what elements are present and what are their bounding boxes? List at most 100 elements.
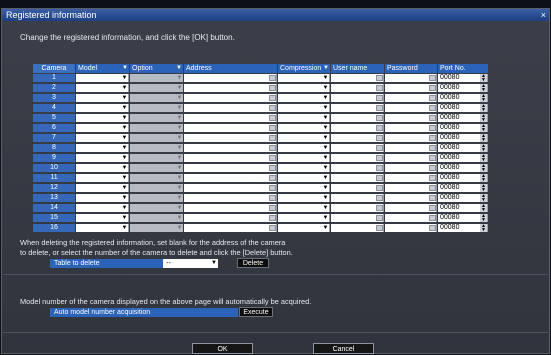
address-field[interactable]	[184, 134, 277, 142]
spinner-icon[interactable]: ▲ ▼	[480, 184, 487, 193]
cancel-button[interactable]: Cancel	[313, 343, 374, 354]
compression-select[interactable]: ▼	[278, 224, 330, 232]
port-field[interactable]: 00080 ▲ ▼	[438, 194, 488, 203]
port-field[interactable]: 00080 ▲ ▼	[438, 134, 488, 143]
port-field[interactable]: 00080 ▲ ▼	[438, 224, 488, 233]
keyboard-icon[interactable]	[269, 155, 276, 161]
delete-button[interactable]: Delete	[237, 258, 269, 268]
keyboard-icon[interactable]	[429, 225, 436, 231]
compression-select[interactable]: ▼	[278, 134, 330, 142]
port-field[interactable]: 00080 ▲ ▼	[438, 74, 488, 83]
keyboard-icon[interactable]	[376, 115, 383, 121]
keyboard-icon[interactable]	[429, 125, 436, 131]
keyboard-icon[interactable]	[429, 95, 436, 101]
user-name-field[interactable]	[331, 204, 384, 212]
address-field[interactable]	[184, 74, 277, 82]
execute-button[interactable]: Execute	[239, 307, 273, 317]
port-field[interactable]: 00080 ▲ ▼	[438, 154, 488, 163]
address-field[interactable]	[184, 94, 277, 102]
close-icon[interactable]: ×	[541, 9, 546, 21]
model-select[interactable]: ▼	[76, 154, 129, 162]
keyboard-icon[interactable]	[376, 85, 383, 91]
keyboard-icon[interactable]	[269, 225, 276, 231]
keyboard-icon[interactable]	[269, 205, 276, 211]
table-to-delete-select[interactable]: -- ▼	[163, 259, 218, 268]
model-select[interactable]: ▼	[76, 174, 129, 182]
compression-select[interactable]: ▼	[278, 124, 330, 132]
keyboard-icon[interactable]	[269, 85, 276, 91]
port-field[interactable]: 00080 ▲ ▼	[438, 184, 488, 193]
keyboard-icon[interactable]	[376, 125, 383, 131]
password-field[interactable]	[385, 214, 437, 222]
user-name-field[interactable]	[331, 214, 384, 222]
password-field[interactable]	[385, 224, 437, 232]
model-select[interactable]: ▼	[76, 184, 129, 192]
user-name-field[interactable]	[331, 164, 384, 172]
keyboard-icon[interactable]	[429, 155, 436, 161]
compression-select[interactable]: ▼	[278, 144, 330, 152]
model-select[interactable]: ▼	[76, 124, 129, 132]
address-field[interactable]	[184, 184, 277, 192]
model-select[interactable]: ▼	[76, 84, 129, 92]
compression-select[interactable]: ▼	[278, 74, 330, 82]
keyboard-icon[interactable]	[376, 135, 383, 141]
keyboard-icon[interactable]	[376, 225, 383, 231]
port-field[interactable]: 00080 ▲ ▼	[438, 104, 488, 113]
keyboard-icon[interactable]	[269, 135, 276, 141]
keyboard-icon[interactable]	[376, 75, 383, 81]
user-name-field[interactable]	[331, 124, 384, 132]
password-field[interactable]	[385, 154, 437, 162]
keyboard-icon[interactable]	[429, 85, 436, 91]
user-name-field[interactable]	[331, 104, 384, 112]
keyboard-icon[interactable]	[269, 195, 276, 201]
spinner-icon[interactable]: ▲ ▼	[480, 154, 487, 163]
password-field[interactable]	[385, 184, 437, 192]
spinner-icon[interactable]: ▲ ▼	[480, 174, 487, 183]
address-field[interactable]	[184, 124, 277, 132]
spinner-icon[interactable]: ▲ ▼	[480, 114, 487, 123]
spinner-icon[interactable]: ▲ ▼	[480, 214, 487, 223]
spinner-icon[interactable]: ▲ ▼	[480, 164, 487, 173]
address-field[interactable]	[184, 174, 277, 182]
model-select[interactable]: ▼	[76, 134, 129, 142]
spinner-icon[interactable]: ▲ ▼	[480, 104, 487, 113]
keyboard-icon[interactable]	[376, 165, 383, 171]
keyboard-icon[interactable]	[269, 145, 276, 151]
port-field[interactable]: 00080 ▲ ▼	[438, 144, 488, 153]
compression-select[interactable]: ▼	[278, 154, 330, 162]
user-name-field[interactable]	[331, 94, 384, 102]
port-field[interactable]: 00080 ▲ ▼	[438, 164, 488, 173]
spinner-icon[interactable]: ▲ ▼	[480, 194, 487, 203]
model-select[interactable]: ▼	[76, 114, 129, 122]
address-field[interactable]	[184, 154, 277, 162]
keyboard-icon[interactable]	[269, 95, 276, 101]
user-name-field[interactable]	[331, 84, 384, 92]
address-field[interactable]	[184, 214, 277, 222]
user-name-field[interactable]	[331, 154, 384, 162]
model-select[interactable]: ▼	[76, 144, 129, 152]
compression-select[interactable]: ▼	[278, 184, 330, 192]
address-field[interactable]	[184, 104, 277, 112]
keyboard-icon[interactable]	[376, 185, 383, 191]
keyboard-icon[interactable]	[376, 175, 383, 181]
keyboard-icon[interactable]	[376, 105, 383, 111]
compression-select[interactable]: ▼	[278, 104, 330, 112]
model-select[interactable]: ▼	[76, 194, 129, 202]
address-field[interactable]	[184, 164, 277, 172]
port-field[interactable]: 00080 ▲ ▼	[438, 124, 488, 133]
password-field[interactable]	[385, 124, 437, 132]
user-name-field[interactable]	[331, 174, 384, 182]
compression-select[interactable]: ▼	[278, 174, 330, 182]
compression-select[interactable]: ▼	[278, 204, 330, 212]
keyboard-icon[interactable]	[376, 215, 383, 221]
ok-button[interactable]: OK	[192, 343, 253, 354]
address-field[interactable]	[184, 224, 277, 232]
keyboard-icon[interactable]	[429, 215, 436, 221]
password-field[interactable]	[385, 164, 437, 172]
spinner-icon[interactable]: ▲ ▼	[480, 94, 487, 103]
compression-select[interactable]: ▼	[278, 164, 330, 172]
spinner-icon[interactable]: ▲ ▼	[480, 224, 487, 233]
compression-select[interactable]: ▼	[278, 194, 330, 202]
spinner-icon[interactable]: ▲ ▼	[480, 144, 487, 153]
spinner-icon[interactable]: ▲ ▼	[480, 124, 487, 133]
